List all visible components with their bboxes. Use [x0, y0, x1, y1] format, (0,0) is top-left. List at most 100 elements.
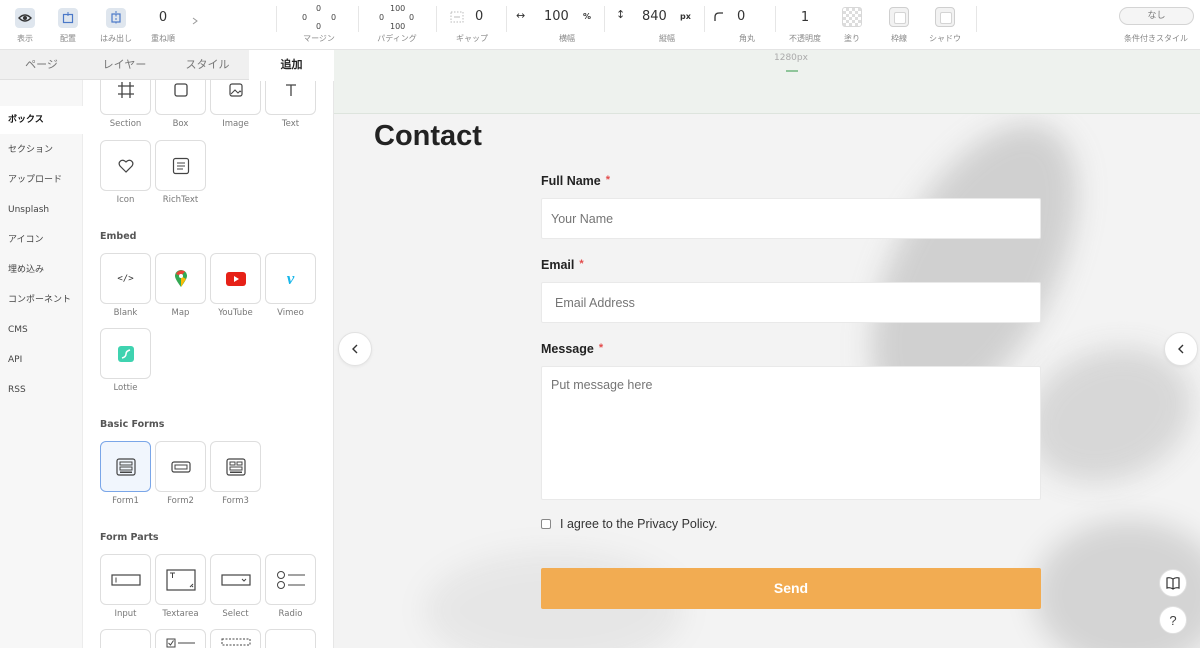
richtext-icon: [155, 140, 206, 191]
overflow-control[interactable]: はみ出し: [95, 0, 137, 50]
add-form3-item[interactable]: Form3: [210, 441, 261, 506]
checkbox-icon: [155, 629, 206, 648]
fill-control[interactable]: 塗り: [836, 0, 868, 50]
shadow-swatch-icon: [935, 7, 955, 27]
gap-control[interactable]: 0 ギャップ: [446, 0, 498, 50]
tab-add[interactable]: 追加: [249, 50, 334, 81]
vimeo-icon: v: [265, 253, 316, 304]
opacity-control[interactable]: 1 不透明度: [782, 0, 828, 50]
add-form1-item[interactable]: Form1: [100, 441, 151, 506]
add-part-item[interactable]: [100, 629, 151, 648]
padding-control[interactable]: 100 0 0 100 パディング: [372, 0, 422, 50]
open-right-panel-button[interactable]: [1164, 332, 1198, 366]
textarea-icon: [155, 554, 206, 605]
section-icon: [100, 80, 151, 115]
privacy-agree-label: I agree to the Privacy Policy.: [560, 517, 718, 531]
guide-button[interactable]: [1159, 569, 1187, 597]
align-icon: [58, 8, 78, 28]
category-rss[interactable]: RSS: [0, 376, 83, 404]
category-box[interactable]: ボックス: [0, 106, 83, 134]
form-parts-section-title: Form Parts: [100, 532, 159, 543]
form1-icon: [100, 441, 151, 492]
chevron-right-icon[interactable]: [189, 0, 203, 50]
youtube-icon: [210, 253, 261, 304]
email-label: Email *: [541, 258, 584, 272]
add-part-item[interactable]: [210, 629, 261, 648]
dashed-box-icon: [210, 629, 261, 648]
tab-page[interactable]: ページ: [0, 50, 83, 80]
add-part-item[interactable]: [265, 629, 316, 648]
required-mark: *: [579, 258, 584, 270]
chevron-left-icon: [352, 344, 358, 354]
add-input-item[interactable]: Input: [100, 554, 151, 619]
heart-icon: [100, 140, 151, 191]
add-radio-item[interactable]: Radio: [265, 554, 316, 619]
privacy-checkbox[interactable]: [541, 519, 551, 529]
book-icon: [1166, 577, 1180, 590]
add-youtube-item[interactable]: YouTube: [210, 253, 261, 318]
add-form2-item[interactable]: Form2: [155, 441, 206, 506]
add-box-item[interactable]: Box: [155, 80, 206, 129]
add-richtext-item[interactable]: RichText: [155, 140, 206, 205]
eye-icon: [15, 8, 35, 28]
width-control[interactable]: ↔ 100 % 横幅: [512, 0, 602, 50]
radio-icon: [265, 554, 316, 605]
add-blank-embed-item[interactable]: </> Blank: [100, 253, 151, 318]
map-pin-icon: [155, 253, 206, 304]
add-icon-item[interactable]: Icon: [100, 140, 151, 205]
lottie-icon: [100, 328, 151, 379]
embed-section-title: Embed: [100, 231, 137, 242]
category-component[interactable]: コンポーネント: [0, 286, 83, 314]
privacy-agree-row[interactable]: I agree to the Privacy Policy.: [541, 517, 717, 531]
display-control[interactable]: 表示: [6, 0, 44, 50]
zorder-control[interactable]: 0 重ね順: [144, 0, 182, 50]
contact-heading[interactable]: Contact: [374, 120, 482, 153]
width-arrow-icon: ↔: [516, 9, 526, 22]
category-unsplash[interactable]: Unsplash: [0, 196, 83, 224]
top-toolbar: 表示 配置 はみ出し 0 重ね順 0 0 0 0 マージン 100 0 0 10…: [0, 0, 1200, 50]
design-canvas[interactable]: 1280px Contact Full Name* Email* Message…: [334, 50, 1200, 648]
code-icon: </>: [100, 253, 151, 304]
add-select-item[interactable]: Select: [210, 554, 261, 619]
add-vimeo-item[interactable]: v Vimeo: [265, 253, 316, 318]
shadow-control[interactable]: シャドウ: [925, 0, 965, 50]
form3-icon: [210, 441, 261, 492]
add-lottie-item[interactable]: Lottie: [100, 328, 151, 393]
email-input[interactable]: [541, 282, 1041, 323]
add-image-item[interactable]: Image: [210, 80, 261, 129]
category-upload[interactable]: アップロード: [0, 166, 83, 194]
radius-control[interactable]: 0 角丸: [712, 0, 770, 50]
select-icon: [210, 554, 261, 605]
tab-layer[interactable]: レイヤー: [83, 50, 166, 80]
conditional-style-caption: 条件付きスタイル: [1124, 34, 1188, 43]
category-api[interactable]: API: [0, 346, 83, 374]
chevron-left-icon: [1178, 344, 1184, 354]
help-button[interactable]: ?: [1159, 606, 1187, 634]
text-icon: [265, 80, 316, 115]
category-section[interactable]: セクション: [0, 136, 83, 164]
send-button[interactable]: Send: [541, 568, 1041, 609]
fullname-input[interactable]: [541, 198, 1041, 239]
corner-radius-icon: [714, 12, 723, 21]
add-text-item[interactable]: Text: [265, 80, 316, 129]
tab-style[interactable]: スタイル: [166, 50, 249, 80]
category-list: ボックス セクション アップロード Unsplash アイコン 埋め込み コンポ…: [0, 80, 83, 648]
fullname-label: Full Name *: [541, 174, 611, 188]
category-cms[interactable]: CMS: [0, 316, 83, 344]
collapse-panel-button[interactable]: [338, 332, 372, 366]
add-map-item[interactable]: Map: [155, 253, 206, 318]
category-icon[interactable]: アイコン: [0, 226, 83, 254]
border-control[interactable]: 枠線: [883, 0, 915, 50]
align-control[interactable]: 配置: [49, 0, 87, 50]
required-mark: *: [605, 174, 611, 186]
message-textarea[interactable]: [541, 366, 1041, 500]
required-mark: *: [598, 342, 604, 354]
add-textarea-item[interactable]: Textarea: [155, 554, 206, 619]
message-label: Message *: [541, 342, 604, 356]
overflow-icon: [106, 8, 126, 28]
category-embed[interactable]: 埋め込み: [0, 256, 83, 284]
add-checkbox-item[interactable]: [155, 629, 206, 648]
margin-control[interactable]: 0 0 0 0 マージン: [296, 0, 342, 50]
height-control[interactable]: ↕ 840 px 縦幅: [612, 0, 702, 50]
add-section-item[interactable]: Section: [100, 80, 151, 129]
